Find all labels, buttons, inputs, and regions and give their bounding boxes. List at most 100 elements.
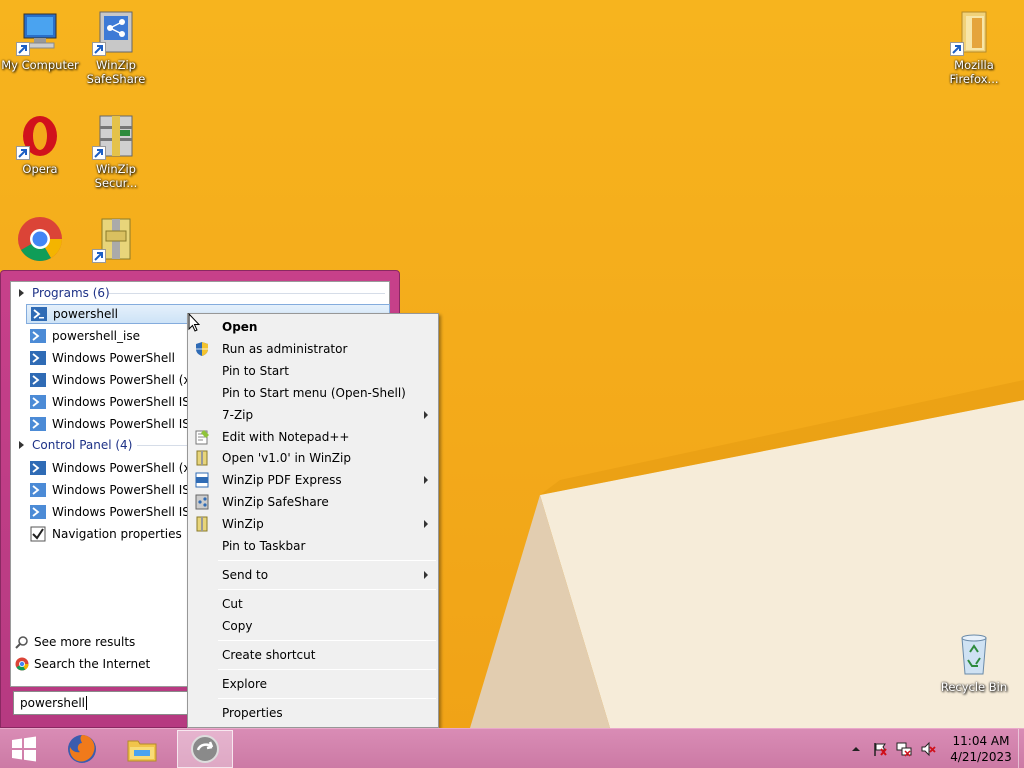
desktop-icon-winzip[interactable] xyxy=(76,215,156,265)
desktop-icon-label: My Computer xyxy=(1,58,79,72)
desktop-icon-label: Mozilla Firefox... xyxy=(949,58,999,86)
firefox-icon xyxy=(68,735,96,763)
desktop-icon-label: Opera xyxy=(22,162,58,176)
taskbar: 11:04 AM 4/21/2023 xyxy=(0,728,1024,768)
winzip-icon xyxy=(196,516,208,532)
taskbar-open-shell[interactable] xyxy=(177,730,233,768)
shortcut-arrow-icon xyxy=(16,42,30,56)
ctx-send-to[interactable]: Send to xyxy=(190,564,436,586)
desktop-icon-label: WinZip SafeShare xyxy=(86,58,146,86)
ctx-7zip[interactable]: 7-Zip xyxy=(190,404,436,426)
ctx-open[interactable]: Open xyxy=(190,316,436,338)
powershell-ise-icon xyxy=(30,329,46,343)
volume-muted-icon[interactable] xyxy=(920,741,936,757)
powershell-ise-icon xyxy=(30,483,46,497)
winzip-icon xyxy=(92,215,140,263)
show-hidden-icons-icon[interactable] xyxy=(848,741,864,757)
uac-shield-icon xyxy=(196,342,208,356)
expand-triangle-icon xyxy=(19,441,24,449)
group-header-programs[interactable]: Programs (6) xyxy=(19,284,110,302)
desktop-icon-label: Recycle Bin xyxy=(940,680,1008,694)
winzip-safeshare-icon xyxy=(92,8,140,56)
action-center-flag-icon[interactable] xyxy=(872,741,888,757)
search-input-value: powershell xyxy=(20,696,85,710)
menu-separator xyxy=(218,669,436,670)
windows-logo-icon xyxy=(12,736,36,762)
menu-separator xyxy=(218,698,436,699)
shortcut-arrow-icon xyxy=(950,42,964,56)
folder-icon xyxy=(127,740,157,762)
taskbar-file-explorer[interactable] xyxy=(114,730,170,768)
winzip-icon xyxy=(196,450,208,466)
powershell-ise-icon xyxy=(30,505,46,519)
show-desktop-button[interactable] xyxy=(1018,729,1024,768)
see-more-results-link[interactable]: See more results xyxy=(15,632,135,652)
ctx-winzip[interactable]: WinZip xyxy=(190,513,436,535)
search-input[interactable]: powershell xyxy=(13,691,193,715)
checkbox-settings-icon xyxy=(30,526,46,542)
submenu-arrow-icon xyxy=(424,476,428,484)
ctx-properties[interactable]: Properties xyxy=(190,702,436,724)
submenu-arrow-icon xyxy=(424,520,428,528)
desktop-icon-winzip-safeshare[interactable]: WinZip SafeShare xyxy=(76,8,156,86)
ctx-pin-to-start-menu-open-shell[interactable]: Pin to Start menu (Open-Shell) xyxy=(190,382,436,404)
recycle-bin-icon xyxy=(950,630,998,678)
group-divider xyxy=(109,293,385,294)
clock-date: 4/21/2023 xyxy=(950,750,1012,764)
open-shell-icon xyxy=(191,735,219,763)
system-tray: 11:04 AM 4/21/2023 xyxy=(848,729,1024,768)
taskbar-firefox[interactable] xyxy=(54,730,110,768)
ctx-run-as-administrator[interactable]: Run as administrator xyxy=(190,338,436,360)
powershell-icon xyxy=(30,461,46,475)
submenu-arrow-icon xyxy=(424,571,428,579)
firefox-folder-icon xyxy=(950,8,998,56)
clock[interactable]: 11:04 AM 4/21/2023 xyxy=(944,733,1018,765)
notepadpp-icon xyxy=(195,430,209,445)
powershell-icon xyxy=(31,307,47,321)
desktop-icon-label: WinZip Secur... xyxy=(94,162,138,190)
powershell-ise-icon xyxy=(30,395,46,409)
search-icon xyxy=(15,636,28,649)
pdf-icon xyxy=(195,472,209,488)
ctx-copy[interactable]: Copy xyxy=(190,615,436,637)
chrome-icon xyxy=(15,657,29,671)
winzip-secure-icon xyxy=(92,112,140,160)
ctx-open-in-winzip[interactable]: Open 'v1.0' in WinZip xyxy=(190,447,436,469)
ctx-cut[interactable]: Cut xyxy=(190,593,436,615)
context-menu: Open Run as administrator Pin to Start P… xyxy=(187,313,439,728)
ctx-winzip-safeshare[interactable]: WinZip SafeShare xyxy=(190,491,436,513)
powershell-ise-icon xyxy=(30,417,46,431)
ctx-edit-with-notepadpp[interactable]: Edit with Notepad++ xyxy=(190,426,436,448)
ctx-pin-to-taskbar[interactable]: Pin to Taskbar xyxy=(190,535,436,557)
clock-time: 11:04 AM xyxy=(952,734,1010,748)
text-caret xyxy=(86,696,87,710)
submenu-arrow-icon xyxy=(424,411,428,419)
mouse-cursor-icon xyxy=(188,313,200,332)
winzip-safeshare-icon xyxy=(195,494,209,510)
opera-icon xyxy=(16,112,64,160)
shortcut-arrow-icon xyxy=(16,146,30,160)
ctx-pin-to-start[interactable]: Pin to Start xyxy=(190,360,436,382)
shortcut-arrow-icon xyxy=(92,249,106,263)
shortcut-arrow-icon xyxy=(92,146,106,160)
group-header-label: Control Panel (4) xyxy=(32,438,133,452)
desktop-icon-my-computer[interactable]: My Computer xyxy=(0,8,80,72)
desktop-icon-mozilla-firefox[interactable]: Mozilla Firefox... xyxy=(934,8,1014,86)
menu-separator xyxy=(218,589,436,590)
ctx-explore[interactable]: Explore xyxy=(190,673,436,695)
menu-separator xyxy=(218,560,436,561)
menu-separator xyxy=(218,640,436,641)
ctx-winzip-pdf-express[interactable]: WinZip PDF Express xyxy=(190,469,436,491)
desktop-icon-recycle-bin[interactable]: Recycle Bin xyxy=(934,630,1014,694)
desktop-icon-opera[interactable]: Opera xyxy=(0,112,80,176)
group-header-control-panel[interactable]: Control Panel (4) xyxy=(19,436,132,454)
expand-triangle-icon xyxy=(19,289,24,297)
ctx-create-shortcut[interactable]: Create shortcut xyxy=(190,644,436,666)
desktop-icon-winzip-secure[interactable]: WinZip Secur... xyxy=(76,112,156,190)
network-icon[interactable] xyxy=(896,741,912,757)
search-internet-link[interactable]: Search the Internet xyxy=(15,654,150,674)
shortcut-arrow-icon xyxy=(92,42,106,56)
start-button[interactable] xyxy=(0,730,48,768)
desktop-icon-chrome[interactable] xyxy=(0,215,80,265)
powershell-icon xyxy=(30,351,46,365)
